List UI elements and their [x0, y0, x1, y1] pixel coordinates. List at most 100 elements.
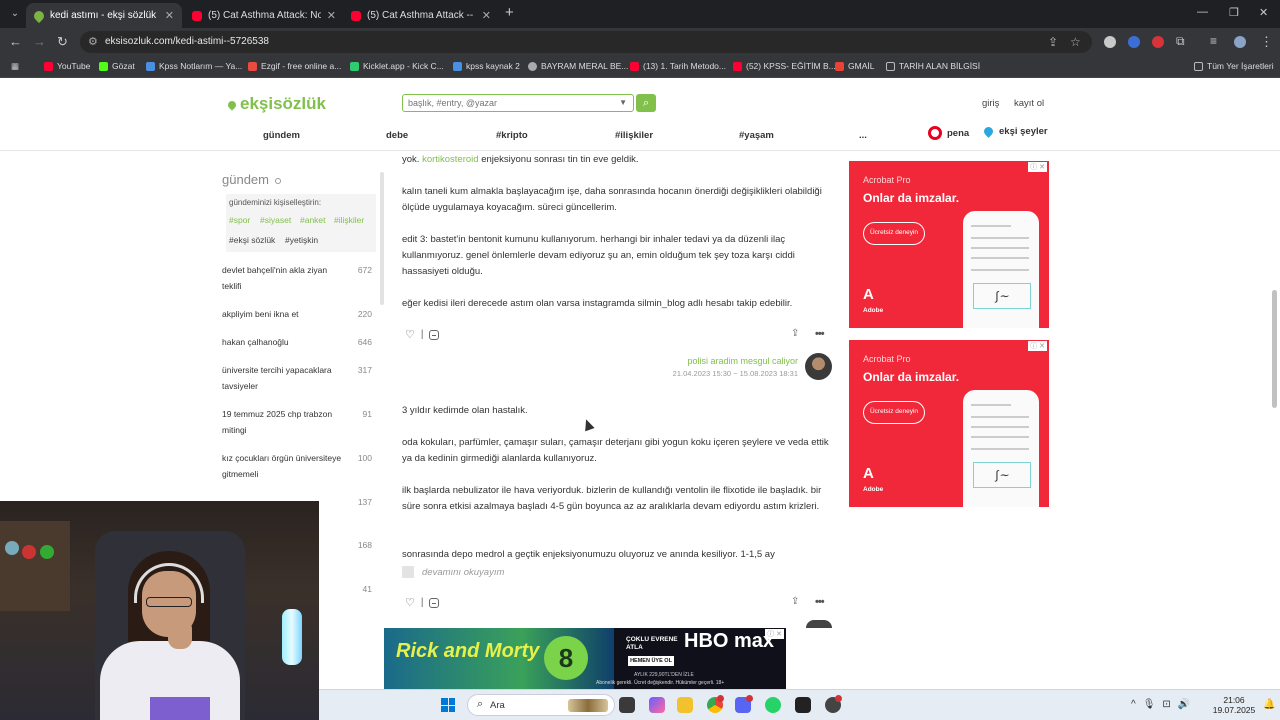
sidebar-topic[interactable]: üniversite tercihi yapacaklara tavsiyele… — [222, 363, 372, 394]
close-icon[interactable]: ✕ — [327, 9, 336, 22]
tag-siyaset[interactable]: #siyaset — [260, 215, 291, 225]
bookmark-kpss-egitim[interactable]: (52) KPSS- EĞİTİM B... — [733, 61, 836, 71]
share-icon[interactable]: ⇪ — [791, 596, 799, 607]
nav-iliskiler[interactable]: #ilişkiler — [615, 130, 653, 141]
tab-search-chevron-icon[interactable]: ⌄ — [6, 5, 24, 23]
apps-grid-icon[interactable]: ▦ — [11, 61, 19, 72]
ad-choices-icon[interactable]: ⓘ ✕ — [1028, 162, 1047, 172]
media-controls-icon[interactable]: ≡ — [1210, 34, 1217, 48]
eksi-logo[interactable]: ekşisözlük — [226, 94, 326, 114]
settings-gear-icon[interactable] — [274, 177, 281, 184]
copilot-icon[interactable] — [649, 697, 665, 713]
downvote-icon[interactable] — [429, 329, 440, 340]
new-tab-button[interactable]: + — [505, 4, 514, 21]
bookmark-bayram-meral[interactable]: BAYRAM MERAL BE... — [528, 61, 628, 71]
bookmark-tarih-alan-bilgisi[interactable]: TARİH ALAN BİLGİSİ — [886, 61, 980, 71]
search-input[interactable] — [403, 95, 603, 111]
login-link[interactable]: giriş — [982, 98, 999, 109]
ad-cta-button[interactable]: Ücretsiz deneyin — [863, 401, 925, 424]
file-explorer-icon[interactable] — [677, 697, 693, 713]
tag-yetiskin[interactable]: #yetişkin — [285, 235, 318, 245]
avatar[interactable] — [805, 353, 832, 380]
hbo-max-ad[interactable]: Rick and Morty 8 ÇOKLU EVRENE ATLA HEMEN… — [384, 628, 786, 689]
extension-icon[interactable] — [1104, 36, 1116, 48]
downvote-icon[interactable] — [429, 597, 440, 608]
extensions-puzzle-icon[interactable]: ⧉ — [1176, 34, 1185, 49]
eksi-seyler-link[interactable]: ekşi şeyler — [982, 125, 1048, 138]
profile-avatar[interactable] — [1234, 36, 1246, 48]
acrobat-ad[interactable]: ⓘ ✕ Acrobat Pro Onlar da imzalar. Ücrets… — [849, 161, 1049, 328]
tab-youtube-1[interactable]: (5) Cat Asthma Attack: Not a H ✕ — [184, 3, 344, 28]
sidebar-title[interactable]: gündem — [222, 172, 281, 187]
whatsapp-icon[interactable] — [765, 697, 781, 713]
system-tray-icons[interactable]: ^🎙⊡🔊 — [1131, 699, 1197, 710]
entry-author-link[interactable]: polisi aradim mesgul caliyor — [640, 356, 798, 366]
ad-cta-button[interactable]: Ücretsiz deneyin — [863, 222, 925, 245]
nav-gundem[interactable]: gündem — [263, 130, 300, 141]
sidebar-topic[interactable]: hakan çalhanoğlu 646 — [222, 335, 372, 351]
tag-anket[interactable]: #anket — [300, 215, 326, 225]
bookmark-youtube[interactable]: YouTube — [44, 61, 90, 71]
sidebar-topic[interactable]: kız çocukları örgün üniversiteye gitmeme… — [222, 451, 372, 482]
bookmark-gmail[interactable]: GMAİL — [835, 61, 874, 71]
tab-youtube-2[interactable]: (5) Cat Asthma Attack -- what t ✕ — [343, 3, 499, 28]
windows-start-icon[interactable] — [441, 698, 455, 712]
bookmark-tarih-metodoloji[interactable]: (13) 1. Tarih Metodo... — [630, 61, 726, 71]
forward-icon[interactable]: → — [33, 34, 46, 49]
back-icon[interactable]: ← — [9, 34, 22, 49]
page-scrollbar[interactable] — [1272, 290, 1277, 408]
share-icon[interactable]: ⇪ — [791, 328, 799, 339]
nav-more[interactable]: ... — [859, 130, 867, 141]
extension-icon[interactable] — [1128, 36, 1140, 48]
sidebar-topic[interactable]: devlet bahçeli'nin akla ziyan teklifi 672 — [222, 263, 372, 294]
bookmark-kpss-notlarim[interactable]: Kpss Notlarım — Ya... — [146, 61, 242, 71]
taskbar-clock[interactable]: 21:06 19.07.2025 — [1209, 695, 1259, 715]
pena-link[interactable]: pena — [928, 126, 969, 140]
search-button[interactable]: ⌕ — [636, 94, 656, 112]
avatar[interactable] — [806, 620, 832, 628]
read-more-link[interactable]: devamını okuyayım — [402, 566, 504, 578]
register-link[interactable]: kayıt ol — [1014, 98, 1044, 109]
notification-bell-icon[interactable]: 🔔 — [1263, 699, 1275, 710]
nav-yasam[interactable]: #yaşam — [739, 130, 774, 141]
bookmark-kpss-kaynak[interactable]: kpss kaynak 2 — [453, 61, 520, 71]
bookmark-gozat[interactable]: Gözat — [99, 61, 135, 71]
sidebar-topic[interactable]: akpliyim beni ikna et 220 — [222, 307, 372, 323]
tag-iliskiler[interactable]: #ilişkiler — [334, 215, 364, 225]
ad-choices-icon[interactable]: ⓘ ✕ — [1028, 341, 1047, 351]
nav-kripto[interactable]: #kripto — [496, 130, 528, 141]
search-dropdown-chevron-icon[interactable]: ▼ — [619, 98, 627, 107]
sidebar-scrollbar[interactable] — [380, 172, 384, 305]
install-app-icon[interactable]: ⇪ — [1048, 35, 1058, 49]
tab-kedi-astimi[interactable]: kedi astımı - ekşi sözlük ✕ — [26, 3, 182, 28]
reload-icon[interactable]: ↻ — [57, 34, 68, 50]
site-info-icon[interactable]: ⚙ — [88, 35, 98, 48]
window-close-icon[interactable]: ✕ — [1259, 6, 1268, 19]
tag-spor[interactable]: #spor — [229, 215, 250, 225]
more-options-icon[interactable]: ••• — [815, 596, 831, 608]
minimize-icon[interactable]: — — [1197, 6, 1208, 18]
nav-debe[interactable]: debe — [386, 130, 408, 141]
address-bar[interactable]: ⚙ eksisozluk.com/kedi-astimi--5726538 ⇪ … — [80, 31, 1092, 53]
tag-eksi-sozluk[interactable]: #ekşi sözlük — [229, 235, 275, 245]
bookmark-star-icon[interactable]: ☆ — [1070, 35, 1081, 49]
favorite-heart-icon[interactable]: ♡ — [405, 328, 415, 341]
more-options-icon[interactable]: ••• — [815, 328, 831, 340]
acrobat-ad[interactable]: ⓘ ✕ Acrobat Pro Onlar da imzalar. Ücrets… — [849, 340, 1049, 507]
all-bookmarks[interactable]: Tüm Yer İşaretleri — [1194, 61, 1274, 71]
close-icon[interactable]: ✕ — [165, 9, 174, 22]
task-view-icon[interactable] — [619, 697, 635, 713]
restore-icon[interactable]: ❐ — [1229, 6, 1239, 19]
bookmark-ezgif[interactable]: Ezgif - free online a... — [248, 61, 341, 71]
bkz-link-kortikosteroid[interactable]: kortikosteroid — [422, 154, 479, 165]
terminal-icon[interactable] — [795, 697, 811, 713]
taskbar-search[interactable]: ⌕ Ara — [467, 694, 615, 716]
ad-choices-icon[interactable]: ⓘ ✕ — [765, 629, 784, 639]
extension-icon[interactable] — [1152, 36, 1164, 48]
sidebar-topic[interactable]: 19 temmuz 2025 chp trabzon mitingi 91 — [222, 407, 372, 438]
favorite-heart-icon[interactable]: ♡ — [405, 596, 415, 609]
bookmark-kicklet[interactable]: Kicklet.app - Kick C... — [350, 61, 444, 71]
menu-kebab-icon[interactable]: ⋮ — [1260, 34, 1273, 50]
entry-date-link[interactable]: 21.04.2023 15:30 ~ 15.08.2023 18:31 — [640, 369, 798, 378]
ad-cta-button[interactable]: HEMEN ÜYE OL — [628, 656, 674, 666]
